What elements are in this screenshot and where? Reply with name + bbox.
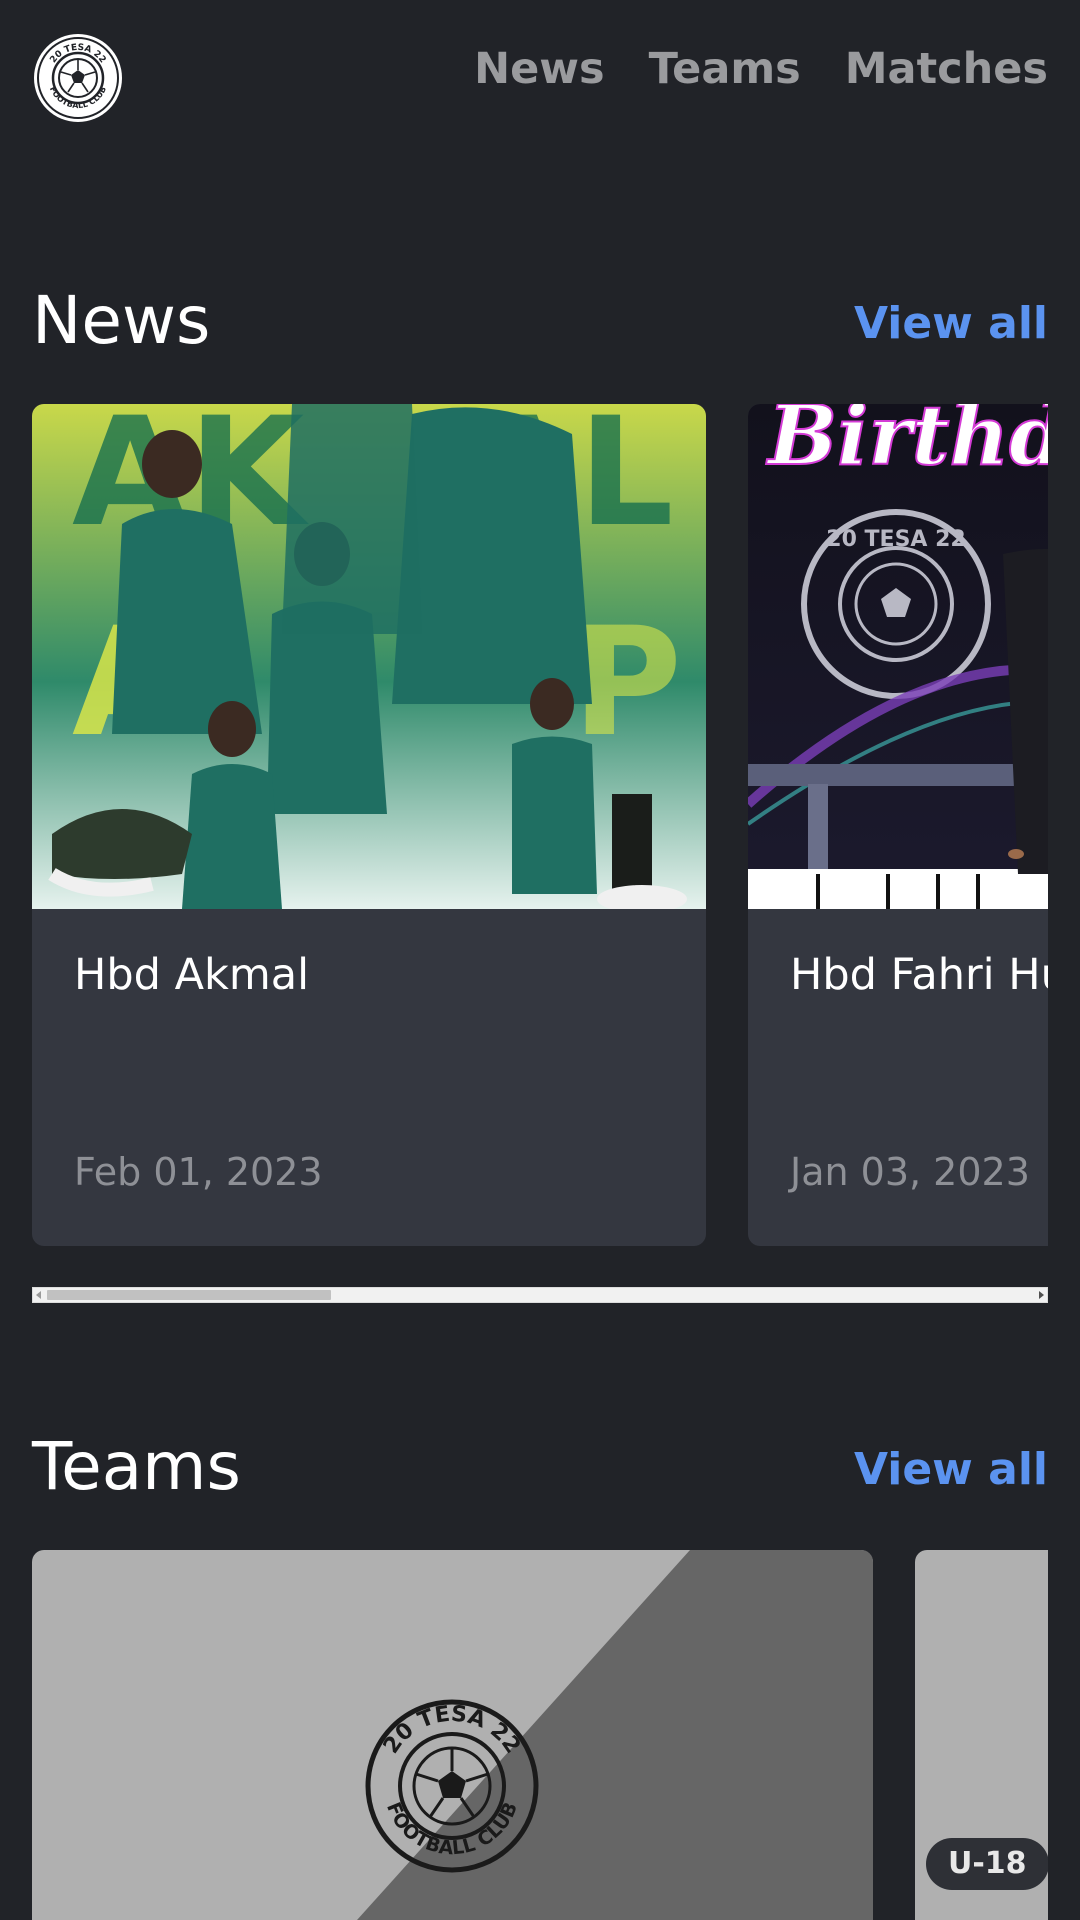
- news-card-title[interactable]: Hbd Akmal: [74, 950, 309, 1000]
- main-nav: News Teams Matches: [474, 45, 1048, 93]
- news-card[interactable]: Birthday 20 TESA 22: [748, 404, 1048, 1246]
- team-card-image: 20 TESA 22 FOOTBALL CLUB: [32, 1550, 873, 1920]
- news-horizontal-scrollbar[interactable]: [32, 1287, 1048, 1303]
- teams-section-header: Teams View all: [32, 1434, 1048, 1514]
- teams-carousel[interactable]: 20 TESA 22 FOOTBALL CLUB: [32, 1550, 1048, 1920]
- teams-view-all-link[interactable]: View all: [854, 1448, 1048, 1492]
- nav-matches-link[interactable]: Matches: [845, 45, 1048, 93]
- team-age-badge: U-18: [926, 1838, 1048, 1890]
- nav-teams-link[interactable]: Teams: [649, 45, 801, 93]
- nav-news-link[interactable]: News: [474, 45, 604, 93]
- scroll-right-arrow-icon[interactable]: [1039, 1291, 1044, 1299]
- teams-section-title: Teams: [32, 1428, 241, 1505]
- site-header: 20 TESA 22 FOOTBALL CLUB News Teams Matc…: [32, 32, 1048, 124]
- news-view-all-link[interactable]: View all: [854, 302, 1048, 346]
- news-card-title[interactable]: Hbd Fahri Hu: [790, 950, 1048, 1000]
- svg-text:20 TESA 22: 20 TESA 22: [826, 527, 965, 552]
- news-carousel[interactable]: AK AL A P: [32, 404, 1048, 1246]
- news-section-header: News View all: [32, 288, 1048, 368]
- news-card[interactable]: AK AL A P: [32, 404, 706, 1246]
- scrollbar-thumb[interactable]: [47, 1290, 331, 1300]
- club-logo-icon[interactable]: 20 TESA 22 FOOTBALL CLUB: [32, 32, 124, 124]
- team-card[interactable]: 20 TESA 22 FOOTBALL CLUB: [32, 1550, 873, 1920]
- news-section-title: News: [32, 282, 211, 359]
- scroll-left-arrow-icon[interactable]: [36, 1291, 41, 1299]
- news-card-image: AK AL A P: [32, 404, 706, 909]
- svg-text:Birthday: Birthday: [766, 404, 1048, 484]
- news-card-date: Jan 03, 2023: [790, 1150, 1030, 1194]
- news-card-image: Birthday 20 TESA 22: [748, 404, 1048, 909]
- news-card-date: Feb 01, 2023: [74, 1150, 323, 1194]
